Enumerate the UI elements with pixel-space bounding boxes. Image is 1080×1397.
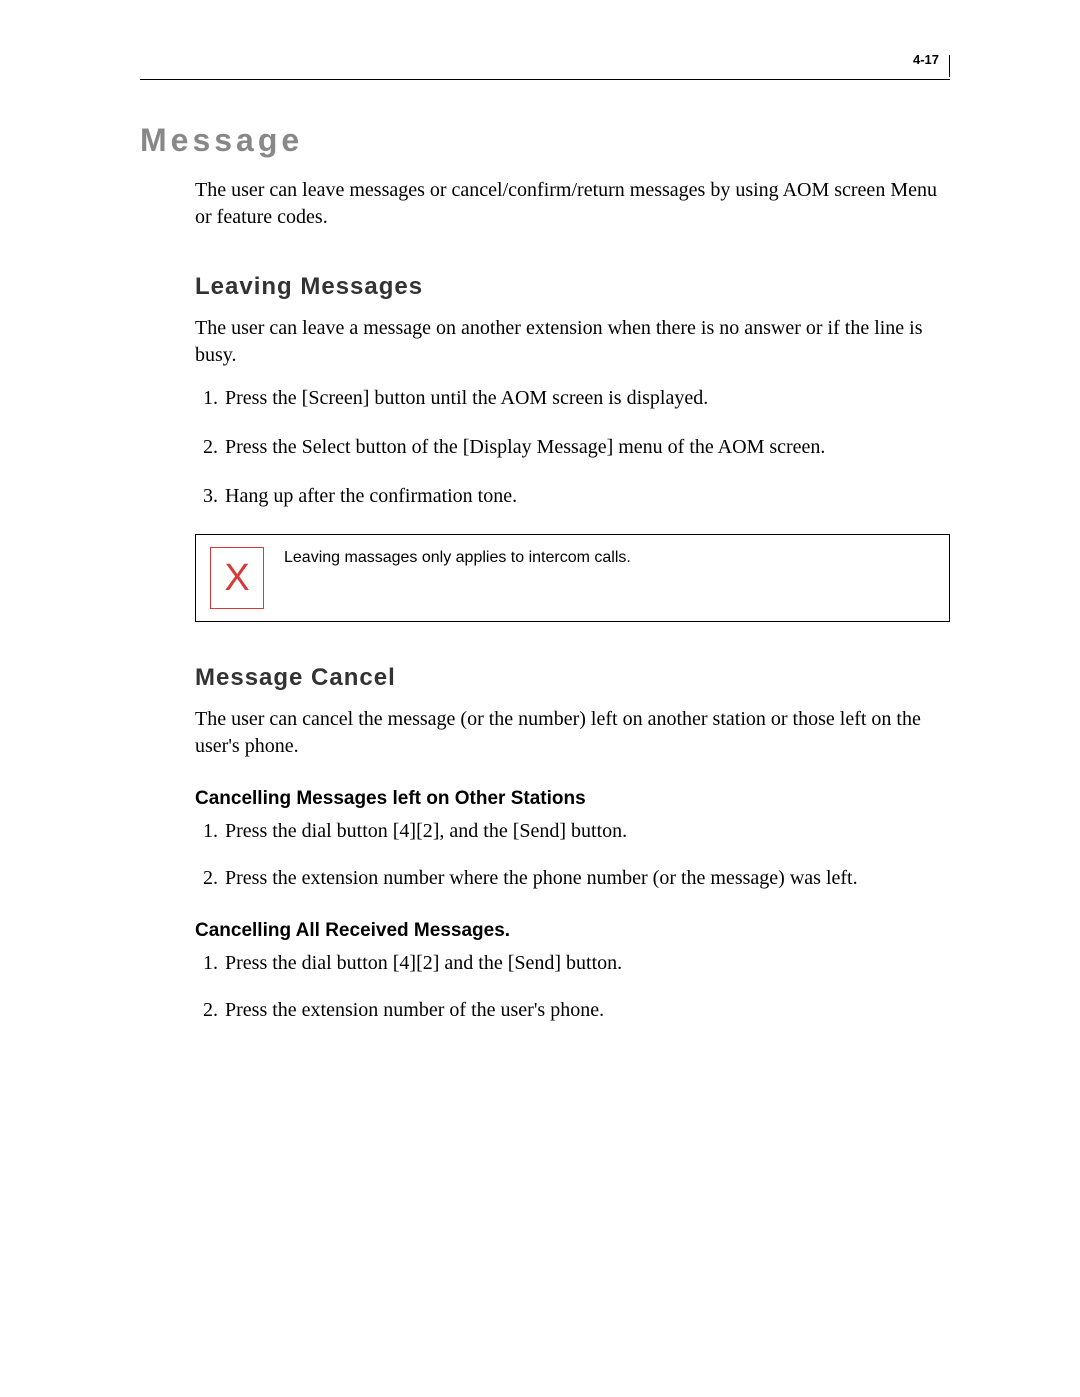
leaving-steps-list: Press the [Screen] button until the AOM … bbox=[195, 385, 950, 510]
cancel-received-steps-list: Press the dial button [4][2] and the [Se… bbox=[195, 950, 950, 1024]
list-item: Press the dial button [4][2] and the [Se… bbox=[223, 950, 950, 977]
heading-cancel-received: Cancelling All Received Messages. bbox=[195, 920, 950, 942]
list-item: Press the [Screen] button until the AOM … bbox=[223, 385, 950, 412]
cancel-para: The user can cancel the message (or the … bbox=[195, 706, 950, 760]
page-number: 4-17 bbox=[913, 55, 950, 77]
note-text: Leaving massages only applies to interco… bbox=[284, 549, 631, 567]
list-item: Press the extension number of the user's… bbox=[223, 997, 950, 1024]
leaving-para: The user can leave a message on another … bbox=[195, 315, 950, 369]
list-item: Press the extension number where the pho… bbox=[223, 865, 950, 892]
note-box: X Leaving massages only applies to inter… bbox=[195, 534, 950, 622]
heading-message-cancel: Message Cancel bbox=[195, 664, 950, 692]
list-item: Press the Select button of the [Display … bbox=[223, 434, 950, 461]
note-icon-frame: X bbox=[210, 547, 264, 609]
list-item: Press the dial button [4][2], and the [S… bbox=[223, 818, 950, 845]
heading-leaving-messages: Leaving Messages bbox=[195, 273, 950, 301]
document-page: 4-17 Message The user can leave messages… bbox=[0, 0, 1080, 1104]
intro-paragraph: The user can leave messages or cancel/co… bbox=[195, 177, 950, 231]
header-rule: 4-17 bbox=[140, 58, 950, 80]
heading-cancel-other: Cancelling Messages left on Other Statio… bbox=[195, 788, 950, 810]
heading-message: Message bbox=[140, 122, 950, 159]
list-item: Hang up after the confirmation tone. bbox=[223, 483, 950, 510]
x-icon: X bbox=[224, 559, 249, 597]
cancel-other-steps-list: Press the dial button [4][2], and the [S… bbox=[195, 818, 950, 892]
